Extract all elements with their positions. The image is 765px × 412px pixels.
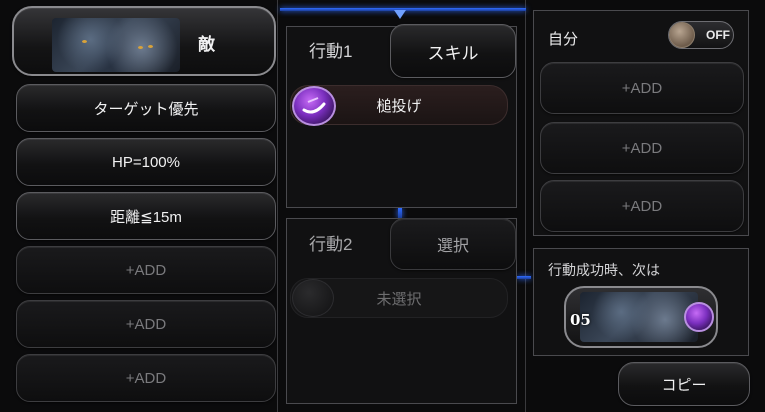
add-condition-button[interactable]: +ADD <box>16 246 276 294</box>
action1-skill-name: 槌投げ <box>376 97 422 115</box>
add-label: +ADD <box>621 139 663 157</box>
hammer-throw-icon <box>684 302 714 332</box>
condition-label: HP=100% <box>112 153 180 171</box>
self-add-button[interactable]: +ADD <box>540 122 744 174</box>
condition-distance[interactable]: 距離≦15m <box>16 192 276 240</box>
flow-marker-icon <box>394 10 406 19</box>
condition-column: 敵 ターゲット優先 HP=100% 距離≦15m +ADD +ADD +ADD <box>6 6 276 406</box>
next-action-number: 05 <box>570 311 591 329</box>
add-label: +ADD <box>621 79 663 97</box>
action1-type-label: スキル <box>427 43 479 63</box>
add-label: +ADD <box>125 315 167 333</box>
target-enemy-button[interactable]: 敵 <box>12 6 276 76</box>
self-add-button[interactable]: +ADD <box>540 180 744 232</box>
divider <box>277 0 278 412</box>
toggle-state-text: OFF <box>706 28 730 42</box>
next-action-portrait <box>580 292 698 342</box>
condition-label: ターゲット優先 <box>93 100 199 118</box>
condition-target-priority[interactable]: ターゲット優先 <box>16 84 276 132</box>
empty-skill-icon <box>292 279 334 317</box>
add-label: +ADD <box>125 369 167 387</box>
toggle-knob <box>669 22 695 48</box>
enemy-label: 敵 <box>198 35 215 54</box>
copy-button[interactable]: コピー <box>618 362 750 406</box>
copy-label: コピー <box>661 376 707 394</box>
enemy-portrait <box>52 18 180 72</box>
divider <box>525 0 526 412</box>
flow-connector <box>398 208 402 218</box>
action2-type-label: 選択 <box>436 238 469 255</box>
condition-label: 距離≦15m <box>110 208 182 226</box>
flow-connector <box>517 276 531 279</box>
self-label: 自分 <box>548 31 579 48</box>
add-label: +ADD <box>125 261 167 279</box>
self-add-button[interactable]: +ADD <box>540 62 744 114</box>
action1-title: 行動1 <box>309 42 353 61</box>
action2-title: 行動2 <box>309 235 353 254</box>
condition-hp[interactable]: HP=100% <box>16 138 276 186</box>
add-condition-button[interactable]: +ADD <box>16 300 276 348</box>
action1-type-button[interactable]: スキル <box>390 24 516 78</box>
add-label: +ADD <box>621 197 663 215</box>
action2-type-button[interactable]: 選択 <box>390 218 516 270</box>
add-condition-button[interactable]: +ADD <box>16 354 276 402</box>
hammer-throw-icon <box>292 86 336 126</box>
action2-skill-name: 未選択 <box>376 290 422 308</box>
next-action-label: 行動成功時、次は <box>548 262 660 278</box>
